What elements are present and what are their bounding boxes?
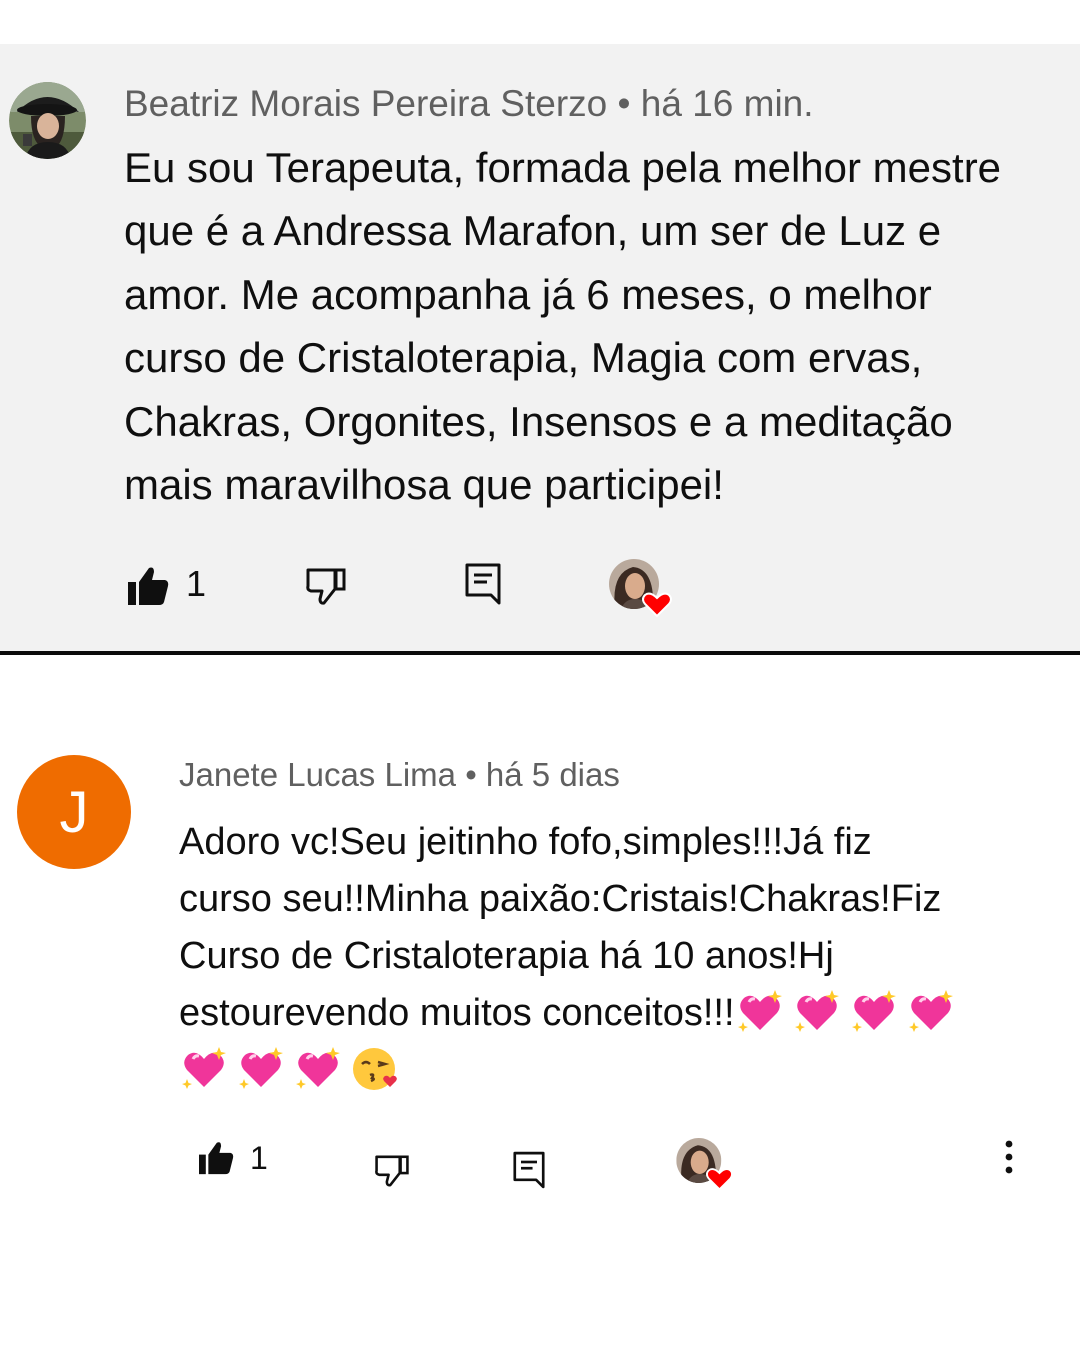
reply-button[interactable]: [465, 563, 501, 610]
sparkling-heart-icon: [851, 989, 896, 1032]
sparkling-heart-icon: [794, 989, 839, 1032]
comment-line: Chakras, Orgonites, Insensos e a meditaç…: [124, 397, 953, 445]
like-count: 1: [250, 1140, 268, 1176]
face-blowing-kiss-icon: [353, 1047, 397, 1090]
comment-line: Eu sou Terapeuta, formada pela melhor me…: [124, 144, 1002, 191]
comment-line: amor. Me acompanha já 6 meses, o melhor: [124, 270, 932, 318]
thumbs-up-icon: [199, 1142, 234, 1175]
comment-line-text: estourevendo muitos conceitos!!!: [179, 992, 735, 1034]
comment-line: Curso de Cristaloterapia há 10 anos!Hj: [179, 935, 834, 977]
comments-screenshot: Beatriz Morais Pereira Sterzo • há 16 mi…: [0, 0, 1080, 1350]
avatar-letter: J: [59, 779, 89, 845]
like-button[interactable]: [198, 1141, 234, 1180]
creator-heart: [676, 1138, 736, 1197]
meta-separator: •: [465, 756, 477, 793]
sparkling-heart-icon: [296, 1046, 340, 1089]
comment-line: Adoro vc!Seu jeitinho fofo,simples!!!Já …: [179, 821, 872, 863]
comment-line: estourevendo muitos conceitos!!!: [179, 985, 1079, 1042]
avatar-photo: [9, 82, 86, 159]
thumbs-down-icon: [375, 1155, 409, 1187]
comment-meta: Beatriz Morais Pereira Sterzo • há 16 mi…: [124, 82, 814, 126]
emoji-row: [735, 989, 963, 1034]
comment-meta: Janete Lucas Lima • há 5 dias: [179, 755, 620, 795]
emoji-line: [179, 1042, 1079, 1099]
comment-text: Adoro vc!Seu jeitinho fofo,simples!!!Já …: [179, 814, 1079, 1099]
author-name[interactable]: Janete Lucas Lima: [179, 756, 456, 793]
comment-text: Eu sou Terapeuta, formada pela melhor me…: [124, 136, 1080, 516]
author-avatar[interactable]: J: [17, 755, 131, 869]
like-count: 1: [186, 563, 207, 604]
sparkling-heart-icon: [737, 989, 782, 1032]
sparkling-heart-icon: [239, 1046, 283, 1089]
dislike-button[interactable]: [305, 567, 347, 610]
more-vert-icon: [1005, 1140, 1013, 1174]
comment-line: mais maravilhosa que participei!: [124, 461, 724, 509]
reply-comment-icon: [513, 1151, 545, 1189]
thumbs-up-icon: [128, 567, 169, 605]
dislike-button[interactable]: [374, 1154, 410, 1192]
reply-comment-icon: [465, 563, 501, 605]
comment-line: que é a Andressa Marafon, um ser de Luz …: [124, 207, 942, 255]
sparkling-heart-icon: [182, 1046, 226, 1089]
sparkling-heart-icon: [908, 989, 953, 1032]
comment-line: curso de Cristaloterapia, Magia com erva…: [124, 334, 923, 382]
comment-timestamp[interactable]: há 16 min.: [641, 83, 814, 124]
like-button[interactable]: [127, 566, 169, 611]
heart-icon: [642, 592, 672, 618]
more-options-button[interactable]: [1000, 1140, 1018, 1181]
author-name[interactable]: Beatriz Morais Pereira Sterzo: [124, 83, 607, 124]
comment-timestamp[interactable]: há 5 dias: [486, 756, 620, 793]
thumbs-down-icon: [306, 568, 346, 605]
heart-icon: [706, 1168, 733, 1191]
meta-separator: •: [617, 83, 631, 124]
creator-heart: [609, 559, 675, 624]
section-divider: [0, 651, 1080, 655]
author-avatar[interactable]: [9, 82, 86, 159]
comment-line: curso seu!!Minha paixão:Cristais!Chakras…: [179, 878, 942, 920]
reply-button[interactable]: [513, 1151, 545, 1194]
